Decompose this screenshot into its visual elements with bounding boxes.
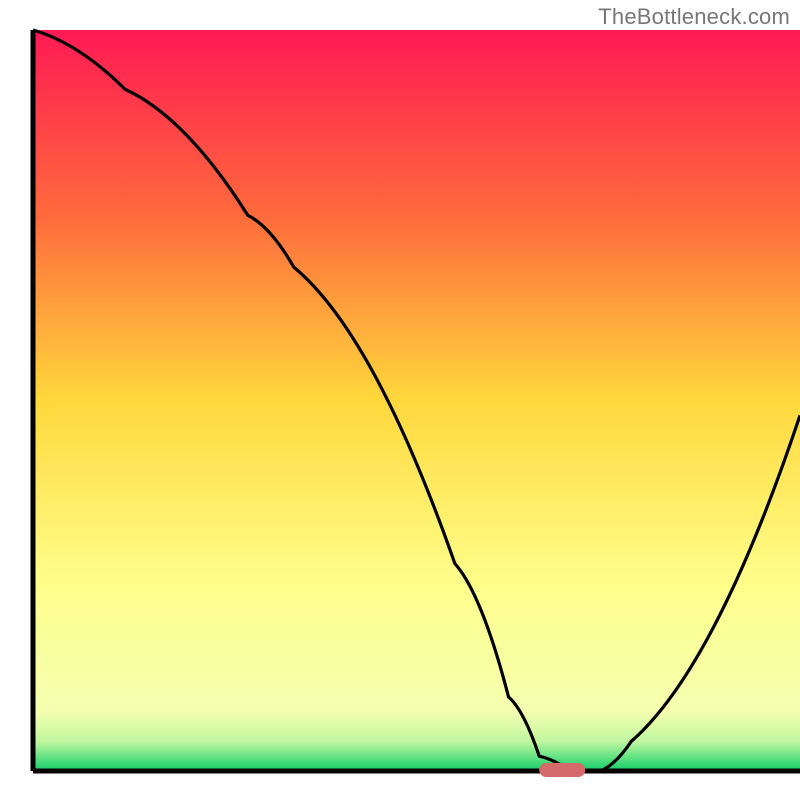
bottleneck-chart: TheBottleneck.com xyxy=(0,0,800,800)
watermark-text: TheBottleneck.com xyxy=(598,4,790,30)
chart-svg xyxy=(0,0,800,800)
target-marker xyxy=(539,763,585,777)
plot-background xyxy=(33,30,800,771)
